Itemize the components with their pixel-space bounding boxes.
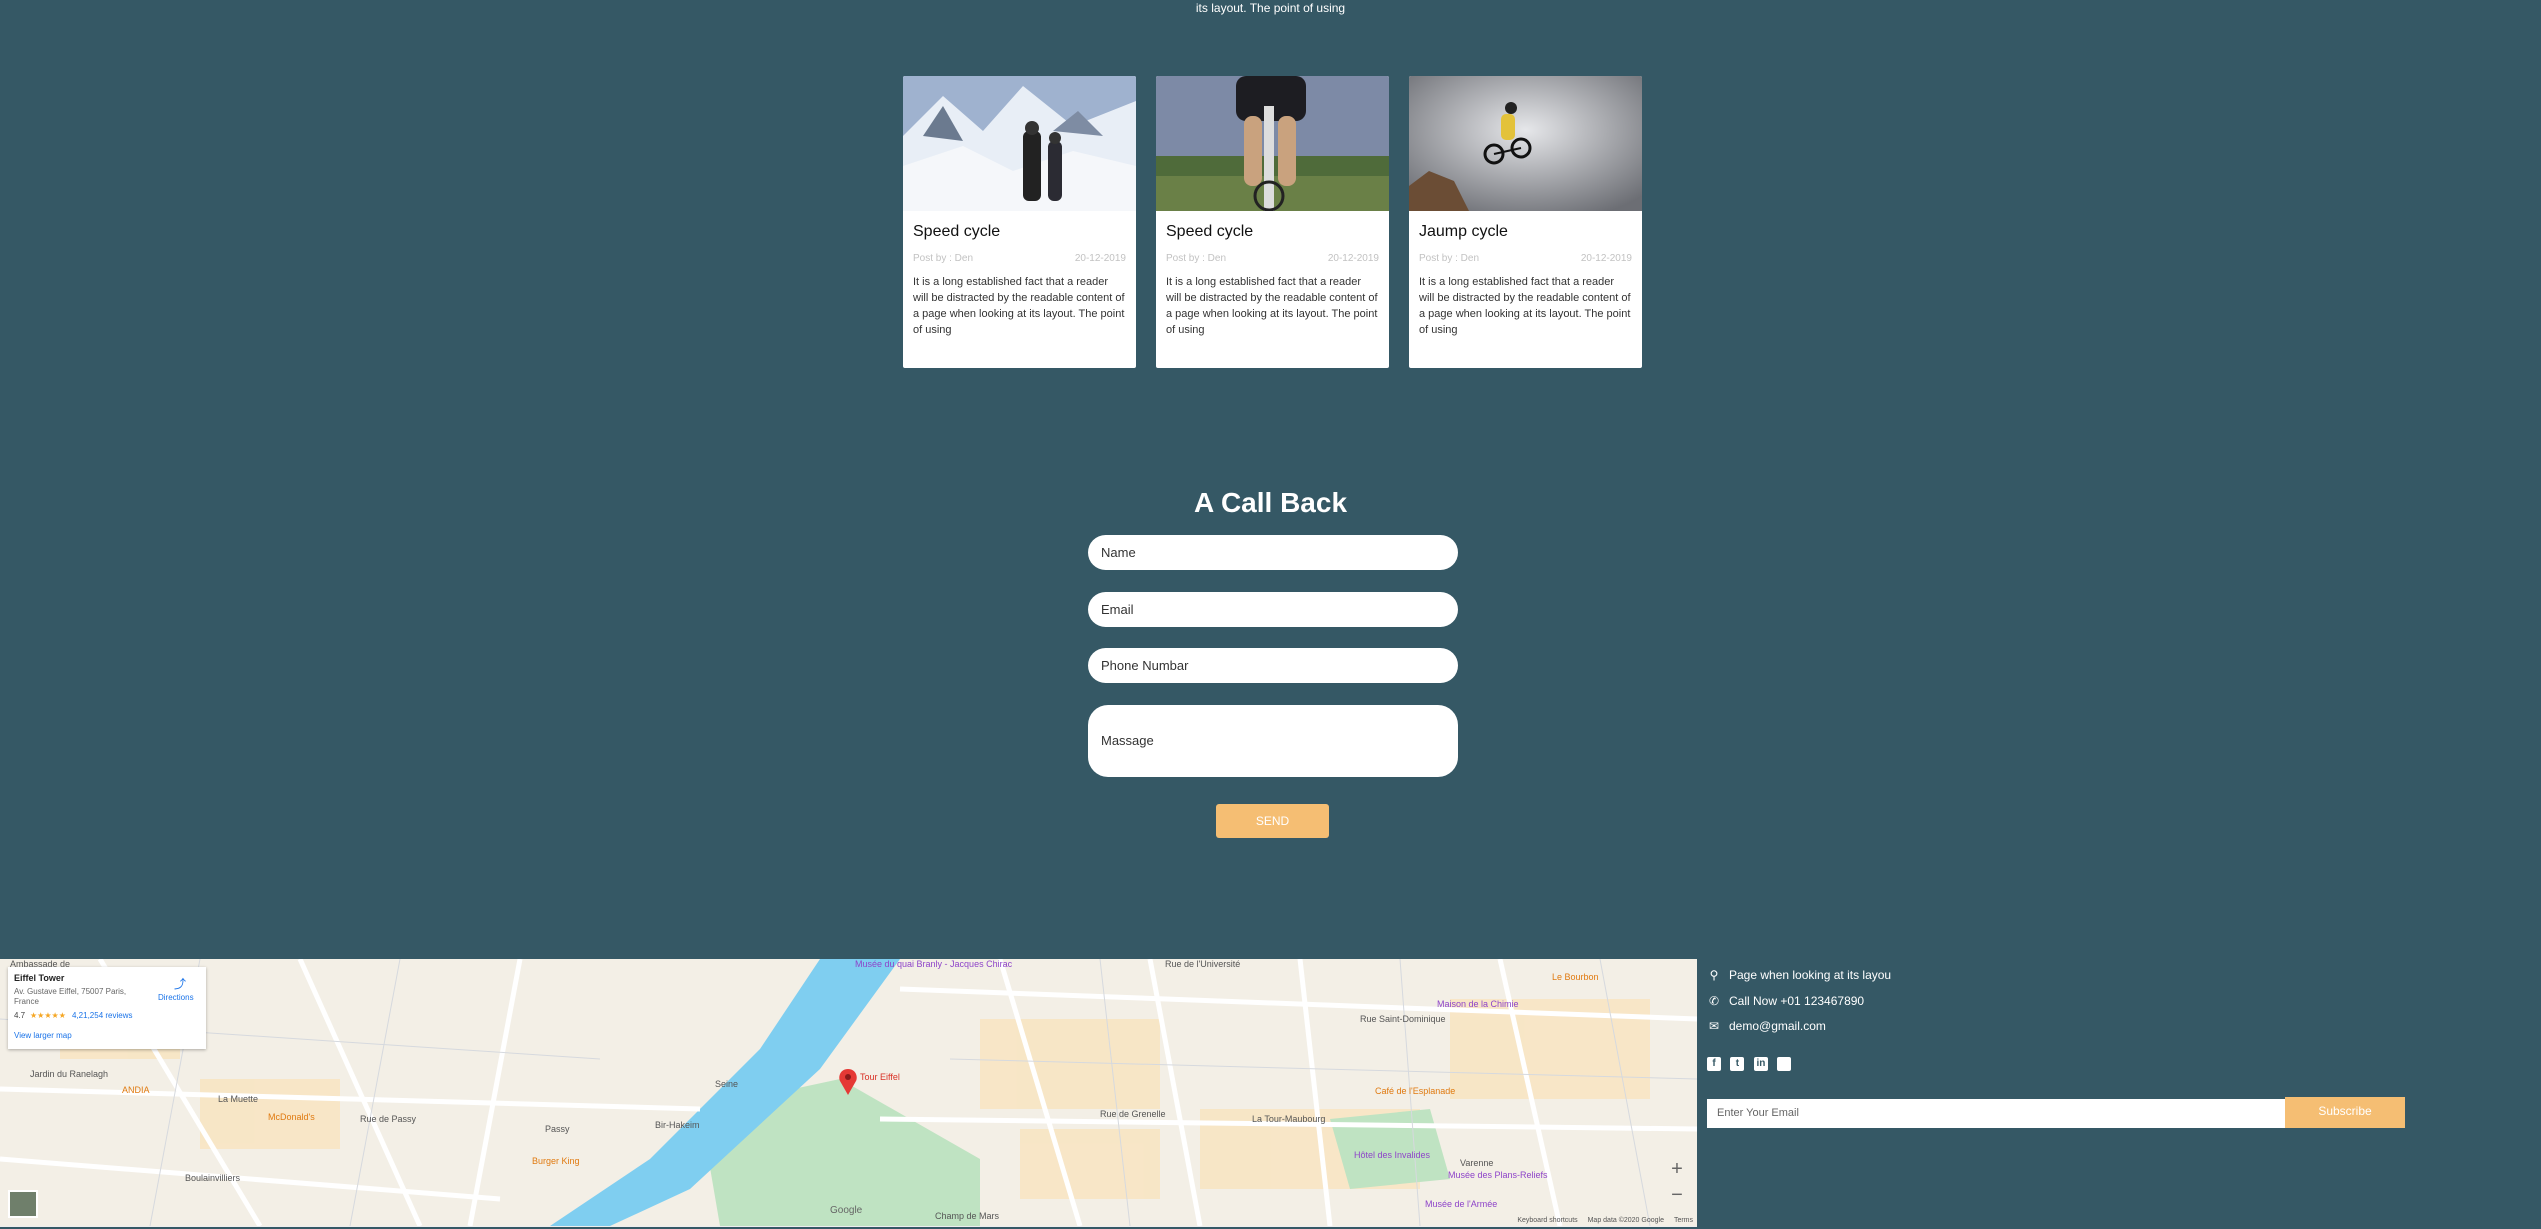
zoom-in-button[interactable]: + [1665,1157,1689,1181]
map-label: Varenne [1460,1158,1494,1168]
address-text: Page when looking at its layou [1729,968,1892,982]
map-label: Café de l'Esplanade [1375,1086,1456,1096]
card-date: 20-12-2019 [1074,253,1126,264]
map-label: La Muette [218,1094,259,1104]
google-map[interactable]: Tour Eiffel Seine Passy La Muette Jardin… [0,959,1697,1227]
keyboard-shortcuts-link[interactable]: Keyboard shortcuts [1517,1217,1577,1224]
map-label: Bir-Hakeim [655,1120,700,1130]
map-marker-label[interactable]: Tour Eiffel [860,1072,900,1082]
zoom-out-button[interactable]: − [1665,1183,1689,1207]
map-label: Maison de la Chimie [1437,999,1519,1009]
directions-icon[interactable]: ⤴ [174,975,186,992]
map-label: Burger King [532,1156,580,1166]
map-label: La Tour-Maubourg [1252,1114,1326,1124]
linkedin-icon[interactable]: in [1753,1057,1768,1071]
name-field[interactable]: Name [1088,535,1458,570]
terms-link[interactable]: Terms [1674,1217,1693,1224]
reviews-link[interactable]: 4,21,254 reviews [72,1011,132,1020]
map-label: Seine [715,1079,739,1089]
card-title[interactable]: Speed cycle [1166,223,1253,241]
social-links: f t in [1707,1057,1796,1073]
card-image-snow-cyclists [903,76,1136,211]
card-author: Post by : Den [1419,253,1480,264]
card-title[interactable]: Jaump cycle [1419,223,1508,241]
email-line: ✉ demo@gmail.com [1707,1019,1826,1033]
address-line: ⚲ Page when looking at its layou [1707,968,1892,982]
phone-icon: ✆ [1708,994,1720,1008]
map-label: Boulainvilliers [185,1173,241,1183]
satellite-toggle[interactable] [8,1190,38,1218]
callback-title: A Call Back [1193,487,1348,518]
rating-stars-icon: ★★★★★ [30,1011,66,1020]
message-field[interactable]: Massage [1088,705,1458,777]
place-card: Eiffel Tower Av. Gustave Eiffel, 75007 P… [8,967,206,1049]
location-pin-icon: ⚲ [1709,968,1719,982]
blog-card[interactable]: Jaump cycle Post by : Den 20-12-2019 It … [1409,76,1642,368]
card-date: 20-12-2019 [1327,253,1379,264]
card-author: Post by : Den [913,253,974,264]
card-title[interactable]: Speed cycle [913,223,1000,241]
card-description: It is a long established fact that a rea… [1419,276,1631,336]
map-label: Musée du quai Branly - Jacques Chirac [855,959,1013,969]
blog-cards: Speed cycle Post by : Den 20-12-2019 It … [903,76,1642,368]
newsletter-email-input[interactable]: Enter Your Email [1707,1099,2285,1128]
map-label: Hôtel des Invalides [1354,1150,1431,1160]
map-label: Rue de Passy [360,1114,417,1124]
card-date: 20-12-2019 [1580,253,1632,264]
map-label: Rue de Grenelle [1100,1109,1166,1119]
top-snippet: its layout. The point of using [1195,1,1346,15]
twitter-icon[interactable]: t [1730,1057,1745,1071]
send-button[interactable]: SEND [1216,804,1329,838]
map-label: Le Bourbon [1552,972,1599,982]
email-field[interactable]: Email [1088,592,1458,627]
map-data-text: Map data ©2020 Google [1587,1217,1664,1224]
phone-field[interactable]: Phone Numbar [1088,648,1458,683]
instagram-icon[interactable] [1777,1057,1792,1071]
map-label: McDonald's [268,1112,315,1122]
phone-line: ✆ Call Now +01 123467890 [1707,994,1864,1008]
facebook-icon[interactable]: f [1707,1057,1721,1071]
blog-card[interactable]: Speed cycle Post by : Den 20-12-2019 It … [1156,76,1389,368]
map-label: Champ de Mars [935,1211,1000,1221]
card-description: It is a long established fact that a rea… [1166,276,1378,336]
map-label: ANDIA [122,1085,150,1095]
map-label: Passy [545,1124,570,1134]
mail-icon: ✉ [1708,1019,1720,1033]
card-image-road-cyclist [1156,76,1389,211]
view-larger-map-link[interactable]: View larger map [14,1031,72,1040]
map-footer: Keyboard shortcuts Map data ©2020 Google… [1509,1217,1693,1224]
map-label: Rue Saint-Dominique [1360,1014,1446,1024]
blog-card[interactable]: Speed cycle Post by : Den 20-12-2019 It … [903,76,1136,368]
card-image-jump-cyclist [1409,76,1642,211]
google-logo: Google [830,1205,863,1216]
map-label: Rue de l'Université [1165,959,1241,969]
subscribe-button[interactable]: Subscribe [2285,1097,2405,1128]
map-label: Musée des Plans-Reliefs [1448,1170,1548,1180]
phone-text: Call Now +01 123467890 [1729,994,1865,1008]
map-label: Jardin du Ranelagh [30,1069,109,1079]
map-label: Musée de l'Armée [1425,1199,1498,1209]
card-author: Post by : Den [1166,253,1227,264]
email-text: demo@gmail.com [1729,1019,1826,1033]
place-rating: 4.7 [14,1011,26,1020]
place-address: Av. Gustave Eiffel, 75007 Paris, France [14,987,127,1006]
place-name: Eiffel Tower [14,973,65,983]
card-description: It is a long established fact that a rea… [913,276,1125,336]
directions-link[interactable]: Directions [158,993,194,1002]
